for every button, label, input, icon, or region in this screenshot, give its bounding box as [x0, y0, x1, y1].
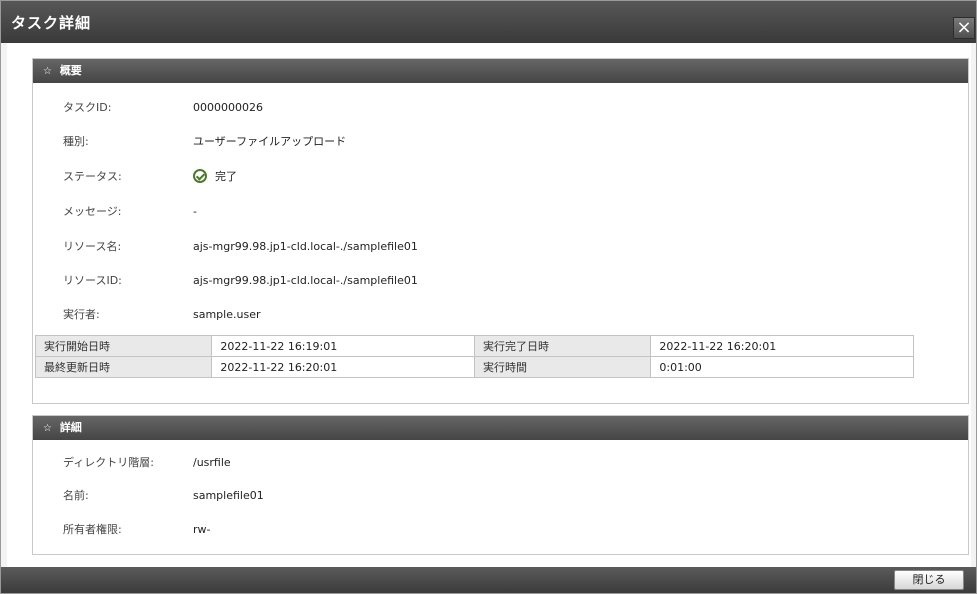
overview-panel-header[interactable]: ☆ 概要: [33, 59, 968, 83]
table-row: 実行開始日時 2022-11-22 16:19:01 実行完了日時 2022-1…: [34, 335, 914, 357]
status-text: 完了: [215, 170, 237, 183]
table-cell: 2022-11-22 16:20:01: [650, 335, 914, 357]
field-value: /usrfile: [193, 456, 231, 469]
table-header-cell: 実行完了日時: [473, 335, 652, 357]
field-label: ディレクトリ階層:: [63, 456, 154, 469]
dialog-content: ☆ 概要 タスクID: 0000000026 種別: ユーザーファイルアップロー…: [7, 43, 971, 567]
field-label: 種別:: [63, 135, 89, 148]
close-dialog-button[interactable]: 閉じる: [894, 570, 964, 590]
task-detail-dialog: タスク詳細 × ☆ 概要 タスクID: 0000000026 種別: ユーザーフ…: [0, 0, 977, 594]
field-label: メッセージ:: [63, 205, 122, 218]
close-icon: ×: [956, 17, 972, 38]
collapse-chevron-icon: ☆: [43, 66, 52, 77]
collapse-chevron-icon: ☆: [43, 423, 52, 434]
dialog-footer: 閉じる: [1, 567, 976, 593]
field-label: 所有者権限:: [63, 523, 122, 536]
execution-time-table: 実行開始日時 2022-11-22 16:19:01 実行完了日時 2022-1…: [34, 335, 914, 378]
status-value: 完了: [193, 167, 237, 187]
dialog-title-bar: タスク詳細 ×: [1, 1, 976, 43]
dialog-title: タスク詳細: [11, 14, 92, 32]
field-value: -: [193, 205, 197, 218]
overview-panel-title: 概要: [59, 64, 82, 77]
field-label: 名前:: [63, 489, 89, 502]
table-header-cell: 最終更新日時: [34, 356, 213, 378]
field-value: rw-: [193, 523, 211, 536]
field-label: 実行者:: [63, 308, 100, 321]
field-value: ajs-mgr99.98.jp1-cld.local-./samplefile0…: [193, 274, 418, 287]
field-value: 0000000026: [193, 101, 263, 114]
table-cell: 2022-11-22 16:19:01: [211, 335, 475, 357]
table-header-cell: 実行開始日時: [34, 335, 213, 357]
field-value: ユーザーファイルアップロード: [193, 135, 347, 148]
check-circle-icon: [193, 169, 207, 183]
details-panel: ☆ 詳細 ディレクトリ階層: /usrfile 名前: samplefile01…: [32, 415, 969, 555]
field-value: ajs-mgr99.98.jp1-cld.local-./samplefile0…: [193, 240, 418, 253]
table-cell: 0:01:00: [650, 356, 914, 378]
details-panel-title: 詳細: [59, 421, 82, 434]
field-value: sample.user: [193, 308, 261, 321]
field-label: ステータス:: [63, 170, 122, 183]
table-cell: 2022-11-22 16:20:01: [211, 356, 475, 378]
field-label: リソース名:: [63, 240, 122, 253]
close-button[interactable]: ×: [953, 17, 975, 39]
field-label: タスクID:: [63, 101, 112, 114]
field-label: リソースID:: [63, 274, 122, 287]
table-row: 最終更新日時 2022-11-22 16:20:01 実行時間 0:01:00: [34, 356, 914, 378]
details-panel-header[interactable]: ☆ 詳細: [33, 416, 968, 440]
table-header-cell: 実行時間: [473, 356, 652, 378]
field-value: samplefile01: [193, 489, 264, 502]
